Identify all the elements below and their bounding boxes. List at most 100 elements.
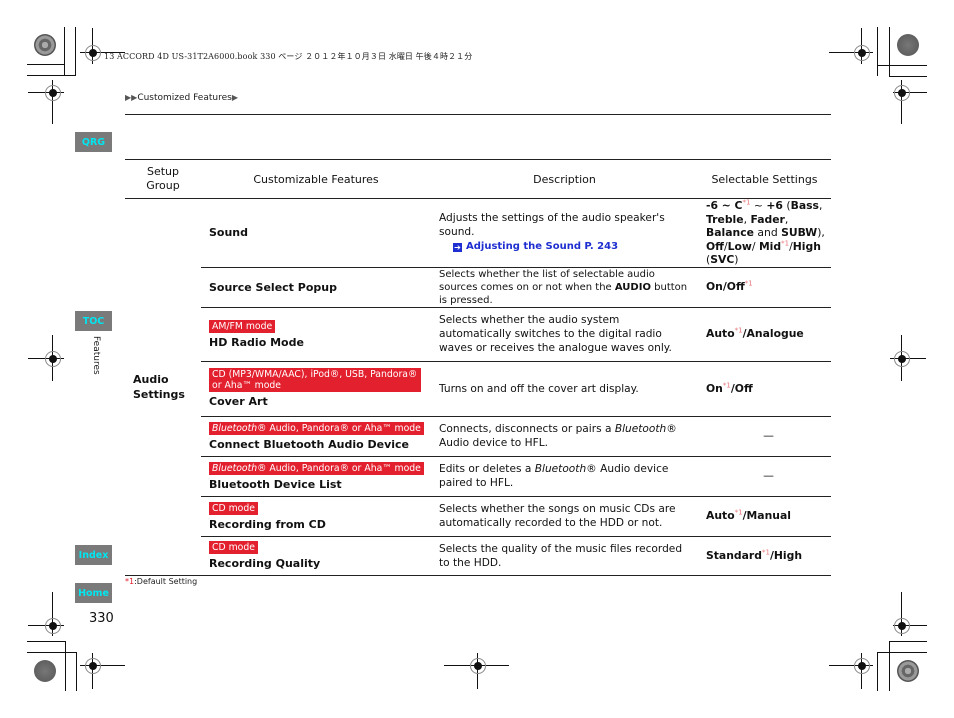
table-header-row: Setup Group Customizable Features Descri… xyxy=(125,159,831,199)
setup-group-cell: Audio Settings xyxy=(125,198,201,576)
table-row: AM/FM mode HD Radio Mode Selects whether… xyxy=(125,307,831,362)
description-cell: Edits or deletes a Bluetooth® Audio devi… xyxy=(431,456,698,497)
settings-cell: On*1/Off xyxy=(698,361,831,417)
registration-mark-icon xyxy=(470,658,486,674)
default-mark: *1 xyxy=(744,279,753,288)
description-cell: Turns on and off the cover art display. xyxy=(431,361,698,417)
feature-name: Connect Bluetooth Audio Device xyxy=(209,437,409,451)
settings-text: — xyxy=(763,469,774,483)
feature-name: Recording Quality xyxy=(209,557,321,570)
crop-line xyxy=(75,27,76,76)
registration-mark-icon xyxy=(45,85,61,101)
crop-line xyxy=(27,64,65,65)
header-selectable-settings: Selectable Settings xyxy=(698,159,831,199)
settings-text: -6 ~ C xyxy=(706,199,743,212)
color-disc-icon xyxy=(897,34,919,56)
registration-mark-icon xyxy=(894,85,910,101)
section-label: Features xyxy=(91,336,101,375)
double-triangle-right-icon: ▶▶ xyxy=(125,93,138,102)
settings-cell: — xyxy=(698,456,831,497)
link-page[interactable]: P. 243 xyxy=(584,241,618,252)
settings-text: On xyxy=(706,381,723,395)
arrow-right-icon: ➔ xyxy=(453,243,462,253)
description-cell: Selects whether the songs on music CDs a… xyxy=(431,496,698,537)
feature-cell: Bluetooth® Audio, Pandora® or Aha™ mode … xyxy=(201,416,431,457)
feature-name: HD Radio Mode xyxy=(209,335,304,349)
header-setup-group: Setup Group xyxy=(125,159,201,199)
default-mark: *1 xyxy=(734,326,743,335)
description-cell: Selects whether the list of selectable a… xyxy=(431,267,698,308)
table-row: Source Select Popup Selects whether the … xyxy=(125,267,831,308)
mode-badge: Bluetooth® Audio, Pandora® or Aha™ mode xyxy=(209,421,424,435)
header-description: Description xyxy=(431,159,698,199)
setup-group-label: Audio Settings xyxy=(133,372,185,401)
description-bold: AUDIO xyxy=(614,281,651,293)
feature-name: Cover Art xyxy=(209,395,268,408)
settings-text: /Manual xyxy=(742,509,791,523)
settings-text: /High xyxy=(769,548,803,562)
breadcrumb[interactable]: ▶▶Customized Features▶ xyxy=(125,93,238,103)
footnote-mark: *1 xyxy=(125,577,135,586)
description-text: Connects, disconnects or pairs a xyxy=(439,423,615,435)
description-cell: Adjusts the settings of the audio speake… xyxy=(431,198,698,268)
settings-text: On/Off xyxy=(706,280,745,294)
crop-line xyxy=(889,27,890,76)
feature-name: Recording from CD xyxy=(209,517,326,531)
crop-line xyxy=(27,75,76,76)
feature-cell: CD (MP3/WMA/AAC), iPod®, USB, Pandora® o… xyxy=(201,361,431,417)
settings-cell: On/Off*1 xyxy=(698,267,831,308)
table-row: CD mode Recording Quality Selects the qu… xyxy=(125,536,831,576)
default-mark: *1 xyxy=(761,548,770,557)
default-mark: *1 xyxy=(734,508,743,517)
description-text: Edits or deletes a xyxy=(439,463,535,475)
description-text: Adjusts the settings of the audio speake… xyxy=(439,212,665,239)
feature-cell: AM/FM mode HD Radio Mode xyxy=(201,307,431,362)
crop-line xyxy=(877,652,927,653)
settings-text: Auto xyxy=(706,327,735,341)
settings-text: Standard xyxy=(706,548,762,562)
footnote-text: :Default Setting xyxy=(134,577,198,586)
reference-link[interactable]: ➔ Adjusting the Sound P. 243 xyxy=(439,239,692,254)
crop-line xyxy=(889,76,927,77)
settings-cell: Auto*1/Manual xyxy=(698,496,831,537)
description-cell: Selects whether the audio system automat… xyxy=(431,307,698,362)
index-button[interactable]: Index xyxy=(75,545,112,565)
mode-badge: CD mode xyxy=(209,501,258,515)
mode-badge: CD (MP3/WMA/AAC), iPod®, USB, Pandora® o… xyxy=(209,368,421,392)
table-row: Bluetooth® Audio, Pandora® or Aha™ mode … xyxy=(125,416,831,457)
crop-line xyxy=(877,65,927,66)
feature-name: Source Select Popup xyxy=(209,280,337,294)
settings-text: /Off xyxy=(730,381,753,395)
breadcrumb-label[interactable]: Customized Features xyxy=(137,93,232,103)
crop-line xyxy=(64,27,65,76)
color-disc-icon xyxy=(34,660,56,682)
color-disc-icon xyxy=(34,34,56,56)
registration-mark-icon xyxy=(894,351,910,367)
home-button[interactable]: Home xyxy=(75,583,112,603)
feature-name: Bluetooth Device List xyxy=(209,477,342,491)
default-mark: *1 xyxy=(722,381,731,390)
table-row: CD mode Recording from CD Selects whethe… xyxy=(125,496,831,537)
feature-cell: CD mode Recording Quality xyxy=(201,536,431,576)
crop-line xyxy=(877,652,878,691)
settings-text: Auto xyxy=(706,509,735,523)
crop-line xyxy=(27,652,77,653)
link-label[interactable]: Adjusting the Sound xyxy=(466,241,581,252)
table-row: Audio Settings Sound Adjusts the setting… xyxy=(125,198,831,576)
mode-badge: Bluetooth® Audio, Pandora® or Aha™ mode xyxy=(209,461,424,475)
crop-line xyxy=(877,27,878,76)
crop-line xyxy=(889,641,890,691)
registration-mark-icon xyxy=(45,618,61,634)
mode-badge: AM/FM mode xyxy=(209,319,276,333)
crop-line xyxy=(76,652,77,691)
crop-line xyxy=(27,641,65,642)
crop-line xyxy=(889,641,927,642)
color-disc-icon xyxy=(897,660,919,682)
feature-name: Sound xyxy=(209,226,249,240)
triangle-right-icon: ▶ xyxy=(231,93,238,102)
table-row: Bluetooth® Audio, Pandora® or Aha™ mode … xyxy=(125,456,831,497)
mode-badge: CD mode xyxy=(209,541,258,554)
toc-button[interactable]: TOC xyxy=(75,311,112,331)
qrg-button[interactable]: QRG xyxy=(75,132,112,152)
description-italic: Bluetooth xyxy=(614,423,667,435)
